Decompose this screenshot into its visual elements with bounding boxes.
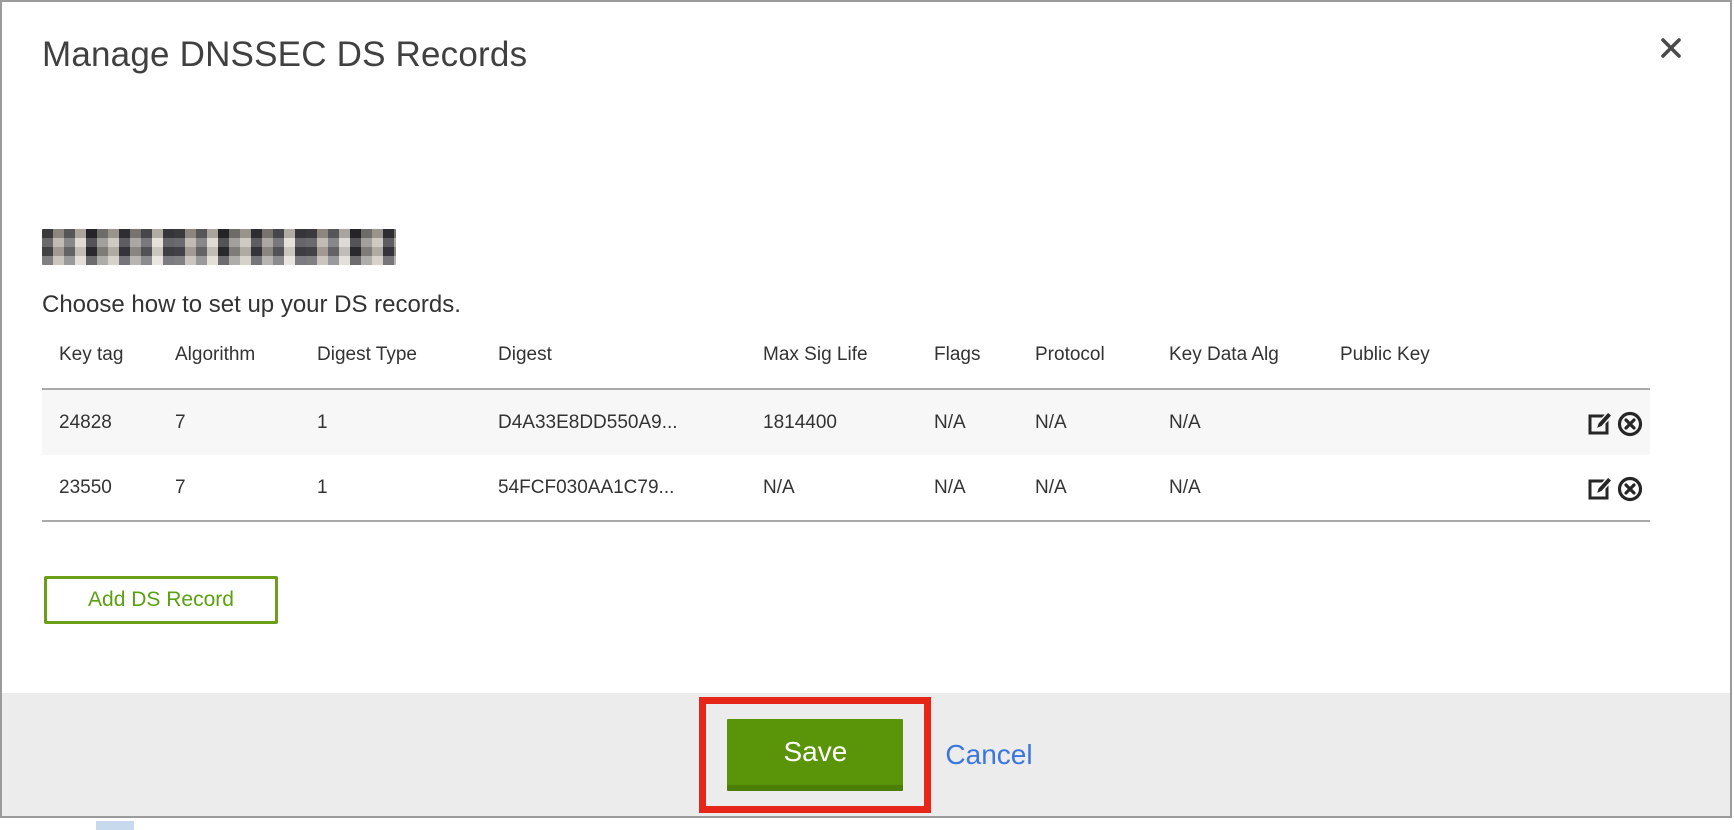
- col-header-key-tag: Key tag: [42, 332, 175, 389]
- cell-key-data-alg: N/A: [1169, 455, 1340, 521]
- cell-protocol: N/A: [1035, 389, 1169, 455]
- table-header-row: Key tag Algorithm Digest Type Digest Max…: [42, 332, 1650, 389]
- cell-public-key: [1340, 455, 1545, 521]
- cell-key-tag: 23550: [42, 455, 175, 521]
- delete-record-icon[interactable]: [1616, 474, 1644, 502]
- close-button[interactable]: [1657, 34, 1685, 62]
- col-header-max-sig-life: Max Sig Life: [763, 332, 934, 389]
- manage-dnssec-dialog: Manage DNSSEC DS Records Choose how to s…: [0, 0, 1732, 818]
- dialog-title: Manage DNSSEC DS Records: [42, 35, 527, 75]
- cell-digest-type: 1: [317, 389, 498, 455]
- cell-protocol: N/A: [1035, 455, 1169, 521]
- col-header-digest-type: Digest Type: [317, 332, 498, 389]
- edit-record-icon[interactable]: [1587, 474, 1615, 502]
- table-row: 23550 7 1 54FCF030AA1C79... N/A N/A N/A …: [42, 455, 1650, 521]
- add-ds-record-button[interactable]: Add DS Record: [44, 576, 278, 624]
- col-header-public-key: Public Key: [1340, 332, 1545, 389]
- cell-key-data-alg: N/A: [1169, 389, 1340, 455]
- dialog-footer: Save Cancel: [2, 693, 1730, 816]
- delete-record-icon[interactable]: [1616, 409, 1644, 437]
- cell-digest-type: 1: [317, 455, 498, 521]
- table-row: 24828 7 1 D4A33E8DD550A9... 1814400 N/A …: [42, 389, 1650, 455]
- cell-flags: N/A: [934, 455, 1035, 521]
- cell-algorithm: 7: [175, 455, 317, 521]
- save-highlight-annotation: Save: [699, 697, 931, 813]
- close-icon: [1659, 36, 1683, 60]
- edit-record-icon[interactable]: [1587, 409, 1615, 437]
- col-header-digest: Digest: [498, 332, 763, 389]
- cell-flags: N/A: [934, 389, 1035, 455]
- cell-digest: 54FCF030AA1C79...: [498, 455, 763, 521]
- instruction-text: Choose how to set up your DS records.: [42, 291, 461, 319]
- col-header-actions: [1545, 332, 1650, 389]
- cell-key-tag: 24828: [42, 389, 175, 455]
- col-header-flags: Flags: [934, 332, 1035, 389]
- save-button[interactable]: Save: [727, 719, 903, 791]
- cell-max-sig-life: N/A: [763, 455, 934, 521]
- ds-records-table: Key tag Algorithm Digest Type Digest Max…: [42, 332, 1650, 522]
- cell-public-key: [1340, 389, 1545, 455]
- cell-digest: D4A33E8DD550A9...: [498, 389, 763, 455]
- background-page-artifact: [96, 821, 134, 830]
- domain-name-redacted: [42, 229, 396, 265]
- col-header-key-data-alg: Key Data Alg: [1169, 332, 1340, 389]
- cell-max-sig-life: 1814400: [763, 389, 934, 455]
- cancel-link[interactable]: Cancel: [945, 739, 1032, 771]
- col-header-protocol: Protocol: [1035, 332, 1169, 389]
- cell-algorithm: 7: [175, 389, 317, 455]
- col-header-algorithm: Algorithm: [175, 332, 317, 389]
